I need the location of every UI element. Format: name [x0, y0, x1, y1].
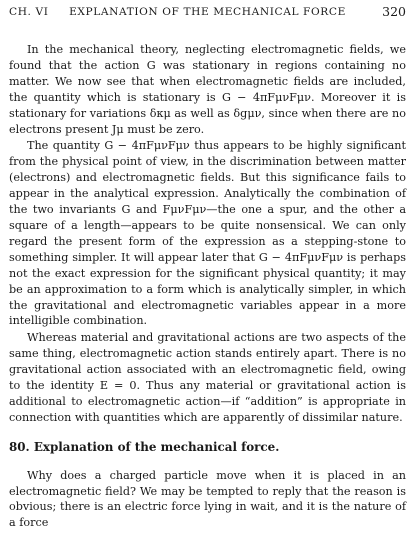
paragraph: The quantity G − 4πFμνFμν thus appears t…	[9, 139, 406, 328]
paragraph: Why does a charged particle move when it…	[9, 468, 406, 530]
page-number: 320	[382, 4, 406, 19]
paragraph: In the mechanical theory, neglecting ele…	[9, 43, 406, 136]
section-heading: 80. Explanation of the mechanical force.	[9, 439, 280, 454]
book-page: CH. VI EXPLANATION OF THE MECHANICAL FOR…	[0, 0, 416, 552]
running-title: EXPLANATION OF THE MECHANICAL FORCE	[69, 6, 346, 18]
paragraph: Whereas material and gravitational actio…	[9, 331, 406, 424]
running-head: CH. VI EXPLANATION OF THE MECHANICAL FOR…	[9, 4, 406, 20]
body-text: In the mechanical theory, neglecting ele…	[9, 42, 406, 531]
